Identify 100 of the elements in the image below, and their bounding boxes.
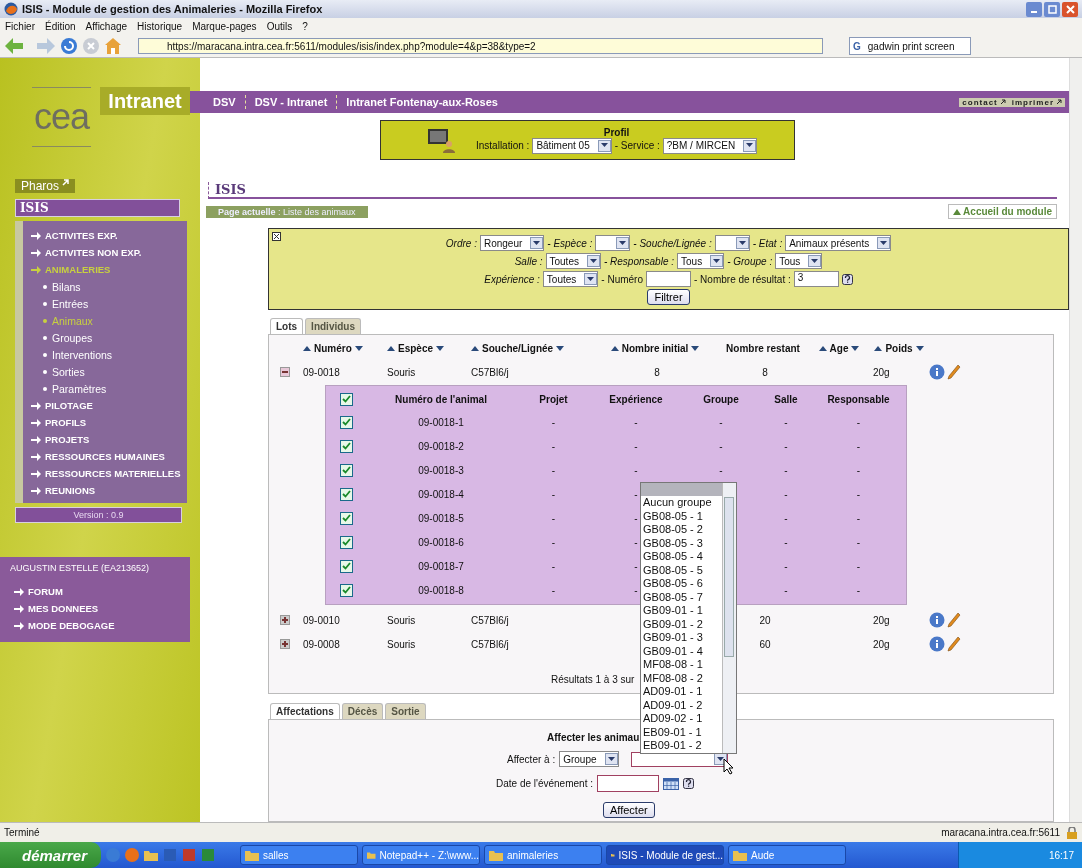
menu-item[interactable]: Édition — [45, 21, 76, 32]
sidebar-subitem[interactable]: Paramètres — [27, 380, 187, 397]
taskbar-button[interactable]: salles — [240, 845, 359, 865]
date-input[interactable] — [596, 775, 659, 792]
calendar-icon[interactable] — [662, 777, 679, 790]
dropdown-option[interactable]: GB08-05 - 2 — [641, 523, 722, 537]
profile-select[interactable]: ?BM / MIRCEN — [662, 137, 758, 154]
help-icon[interactable] — [841, 273, 853, 285]
filter-select[interactable] — [595, 235, 631, 251]
sort-up-icon[interactable] — [818, 345, 827, 351]
column-header[interactable]: Age — [809, 342, 869, 354]
checkbox[interactable] — [339, 463, 353, 477]
sort-down-icon[interactable] — [354, 345, 363, 351]
filter-select[interactable]: Toutes — [542, 271, 599, 287]
expand-icon[interactable] — [280, 639, 290, 649]
target-select[interactable]: Groupe — [559, 751, 619, 767]
sidebar-item[interactable]: MES DONNEES — [10, 600, 99, 617]
info-icon[interactable] — [929, 636, 945, 652]
sidebar-subitem[interactable]: Interventions — [27, 346, 187, 363]
menu-item[interactable]: Historique — [137, 21, 183, 32]
filter-select[interactable]: Tous — [677, 253, 725, 269]
dropdown-option[interactable]: AD09-01 - 1 — [641, 685, 722, 699]
pencil-icon[interactable] — [947, 612, 961, 628]
dropdown-option[interactable]: MF08-08 - 2 — [641, 671, 722, 685]
scrollbar[interactable] — [722, 483, 736, 753]
nav-link[interactable]: DSV — [204, 96, 245, 108]
checkbox[interactable] — [339, 511, 353, 525]
sort-up-icon[interactable] — [387, 345, 395, 351]
nav-link[interactable]: Intranet Fontenay-aux-Roses — [337, 96, 507, 108]
sort-down-icon[interactable] — [851, 345, 860, 351]
profile-select[interactable]: Bâtiment 05 — [532, 137, 612, 154]
menu-item[interactable]: Fichier — [5, 21, 35, 32]
checkbox[interactable] — [339, 415, 353, 429]
search-field[interactable]: G gadwin print screen — [849, 37, 971, 55]
sidebar-subitem[interactable]: Entrées — [27, 295, 187, 312]
sort-up-icon[interactable] — [471, 345, 479, 351]
sort-down-icon[interactable] — [691, 345, 700, 351]
checkbox[interactable] — [339, 439, 353, 453]
maximize-button[interactable] — [1044, 1, 1060, 17]
sidebar-item[interactable]: RESSOURCES MATERIELLES — [27, 465, 181, 482]
dropdown-option[interactable]: AD09-01 - 2 — [641, 698, 722, 712]
pencil-icon[interactable] — [947, 364, 961, 380]
sidebar-item[interactable]: MODE DEBOGAGE — [10, 617, 115, 634]
filter-select[interactable]: Rongeur — [479, 235, 545, 251]
sidebar-item[interactable]: ACTIVITES EXP. — [27, 227, 118, 244]
dropdown-option[interactable]: GB08-05 - 1 — [641, 509, 722, 523]
filter-select[interactable]: Animaux présents — [785, 235, 892, 251]
filter-select[interactable]: Tous — [775, 253, 823, 269]
close-icon[interactable] — [272, 232, 281, 241]
scrollbar[interactable] — [1069, 58, 1082, 822]
filter-select[interactable] — [714, 235, 750, 251]
column-header[interactable]: Numéro — [299, 342, 383, 354]
menu-item[interactable]: Outils — [266, 21, 293, 32]
address-field[interactable]: https://maracana.intra.cea.fr:5611/modules/isis/index.php?module=4&p=38&type=2 — [138, 38, 823, 54]
dropdown-option[interactable]: GB08-05 - 5 — [641, 563, 722, 577]
sidebar-subitem[interactable]: Sorties — [27, 363, 187, 380]
header-link[interactable]: imprimer — [1011, 97, 1062, 107]
dropdown-option[interactable]: GB08-05 - 3 — [641, 536, 722, 550]
dropdown-option[interactable]: GB09-01 - 1 — [641, 604, 722, 618]
tab[interactable]: Affectations — [270, 703, 340, 719]
checkbox[interactable] — [339, 392, 353, 406]
sidebar-subitem[interactable]: Groupes — [27, 329, 187, 346]
home-link[interactable]: Accueil du module — [948, 204, 1057, 219]
expand-icon[interactable] — [280, 615, 290, 625]
sort-up-icon[interactable] — [610, 345, 619, 351]
assign-button[interactable]: Affecter — [603, 802, 655, 818]
tab[interactable]: Sortie — [385, 703, 426, 719]
reload-icon[interactable] — [60, 37, 78, 55]
checkbox[interactable] — [339, 583, 353, 597]
sort-down-icon[interactable] — [915, 345, 924, 351]
search-engine-label[interactable]: G — [850, 40, 864, 52]
checkbox[interactable] — [339, 559, 353, 573]
taskbar-button[interactable]: ISIS - Module de gest... — [606, 845, 725, 865]
help-icon[interactable] — [682, 778, 694, 789]
filter-select[interactable]: Toutes — [545, 253, 601, 269]
dropdown-option[interactable]: EB09-01 - 2 — [641, 739, 722, 753]
pharos-link[interactable]: Pharos — [15, 179, 76, 193]
dropdown-option[interactable]: GB09-01 - 3 — [641, 631, 722, 645]
sort-up-icon[interactable] — [303, 345, 311, 351]
column-header[interactable]: Poids — [869, 342, 929, 354]
sidebar-item[interactable]: RESSOURCES HUMAINES — [27, 448, 165, 465]
taskbar-button[interactable]: Notepad++ - Z:\www... — [362, 845, 481, 865]
column-header[interactable]: Espèce — [383, 342, 467, 354]
dropdown-option[interactable]: GB08-05 - 4 — [641, 550, 722, 564]
sidebar-subitem[interactable]: Bilans — [27, 278, 187, 295]
checkbox[interactable] — [339, 535, 353, 549]
dropdown-option[interactable]: MF08-08 - 1 — [641, 658, 722, 672]
sidebar-item[interactable]: FORUM — [10, 583, 63, 600]
dropdown-option[interactable]: GB09-01 - 4 — [641, 644, 722, 658]
dropdown-option[interactable]: AD09-02 - 1 — [641, 712, 722, 726]
header-link[interactable]: contact — [962, 97, 1006, 107]
column-header[interactable]: Souche/Lignée — [467, 342, 593, 354]
sort-down-icon[interactable] — [436, 345, 445, 351]
sort-down-icon[interactable] — [556, 345, 565, 351]
dropdown-option[interactable]: EB09-01 - 1 — [641, 725, 722, 739]
column-header[interactable]: Nombre restant — [717, 342, 809, 354]
info-icon[interactable] — [929, 612, 945, 628]
sidebar-item[interactable]: PILOTAGE — [27, 397, 93, 414]
tab[interactable]: Individus — [305, 318, 361, 334]
tab[interactable]: Lots — [270, 318, 304, 334]
